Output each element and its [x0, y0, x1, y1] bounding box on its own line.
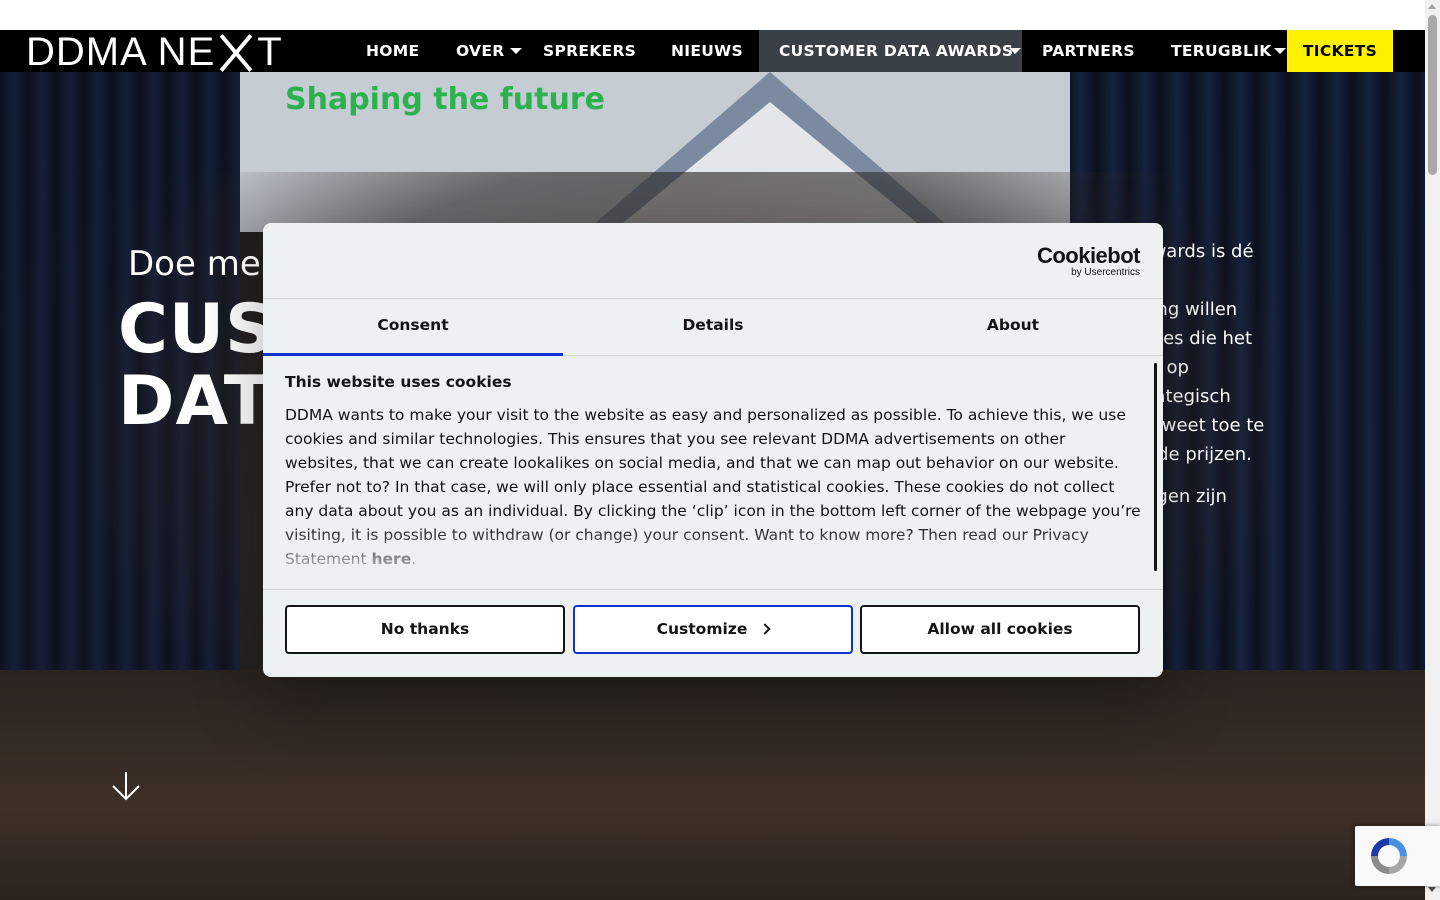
dialog-footer: No thanks Customize Allow all cookies [263, 589, 1163, 677]
dialog-tabs: Consent Details About [263, 299, 1163, 356]
tab-about[interactable]: About [863, 299, 1163, 356]
dialog-scrollbar[interactable] [1154, 363, 1157, 571]
dialog-body: This website uses cookies DDMA wants to … [285, 373, 1143, 585]
cookiebot-logo[interactable]: Cookiebot by Usercentrics [1036, 243, 1141, 279]
tab-details[interactable]: Details [563, 299, 863, 356]
cookie-consent-dialog: Cookiebot by Usercentrics Consent Detail… [263, 223, 1163, 677]
allow-all-label: Allow all cookies [927, 620, 1073, 638]
dialog-heading: This website uses cookies [285, 373, 512, 391]
cookiebot-brand: Cookiebot [1036, 243, 1141, 268]
chevron-right-icon [759, 623, 772, 635]
customize-button[interactable]: Customize [573, 605, 853, 654]
customize-label: Customize [656, 620, 748, 638]
dialog-header: Cookiebot by Usercentrics [263, 223, 1163, 299]
no-thanks-label: No thanks [380, 620, 470, 638]
tab-consent[interactable]: Consent [263, 299, 563, 356]
text-fade [285, 525, 1143, 585]
cookiebot-by: by Usercentrics [1071, 267, 1140, 278]
allow-all-cookies-button[interactable]: Allow all cookies [860, 605, 1140, 654]
no-thanks-button[interactable]: No thanks [285, 605, 565, 654]
